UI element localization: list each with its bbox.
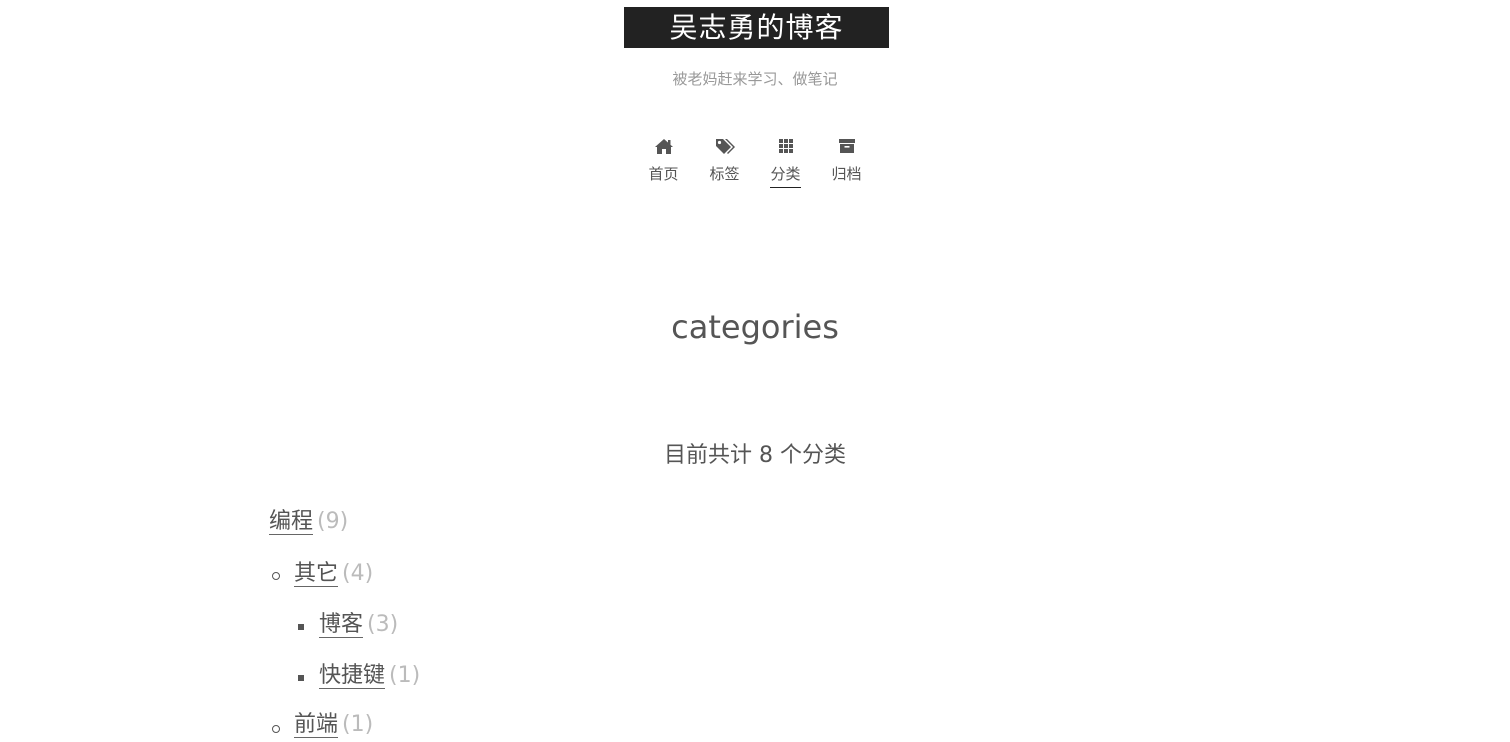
site-subtitle: 被老妈赶来学习、做笔记 bbox=[672, 70, 838, 88]
nav-label-home: 首页 bbox=[648, 165, 679, 183]
nav-item-categories[interactable]: 分类 bbox=[755, 137, 816, 188]
category-item: 快捷键 (1) bbox=[319, 659, 420, 693]
main-nav: 首页 标签 分类 归档 bbox=[633, 137, 877, 201]
category-count: (9) bbox=[317, 509, 349, 534]
category-item: 前端 (1) bbox=[294, 708, 373, 742]
tags-icon bbox=[694, 137, 755, 159]
nav-label-tags: 标签 bbox=[709, 165, 740, 183]
category-count: (1) bbox=[342, 712, 374, 737]
home-icon bbox=[633, 137, 694, 159]
category-item: 其它 (4) bbox=[294, 557, 373, 591]
category-count-text: 目前共计 8 个分类 bbox=[664, 443, 846, 468]
category-count: (1) bbox=[389, 663, 421, 688]
list-bullet-square bbox=[298, 624, 304, 630]
th-icon bbox=[755, 137, 816, 159]
category-item: 编程 (9) bbox=[269, 505, 348, 539]
category-link[interactable]: 编程 bbox=[269, 509, 314, 535]
archive-icon bbox=[816, 137, 877, 159]
nav-item-tags[interactable]: 标签 bbox=[694, 137, 755, 187]
nav-item-home[interactable]: 首页 bbox=[633, 137, 694, 187]
category-link[interactable]: 前端 bbox=[294, 712, 339, 738]
category-link[interactable]: 其它 bbox=[294, 561, 339, 587]
category-item: 博客 (3) bbox=[319, 608, 398, 642]
site-title[interactable]: 吴志勇的博客 bbox=[624, 7, 889, 48]
category-count: (3) bbox=[367, 612, 399, 637]
nav-item-archives[interactable]: 归档 bbox=[816, 137, 877, 187]
nav-label-categories: 分类 bbox=[770, 163, 801, 188]
category-count: (4) bbox=[342, 561, 374, 586]
nav-label-archives: 归档 bbox=[831, 165, 862, 183]
category-link[interactable]: 博客 bbox=[319, 612, 364, 638]
list-bullet-circle bbox=[272, 725, 280, 733]
category-link[interactable]: 快捷键 bbox=[319, 663, 386, 689]
list-bullet-circle bbox=[272, 572, 280, 580]
page-title: categories bbox=[671, 308, 839, 346]
list-bullet-square bbox=[298, 675, 304, 681]
